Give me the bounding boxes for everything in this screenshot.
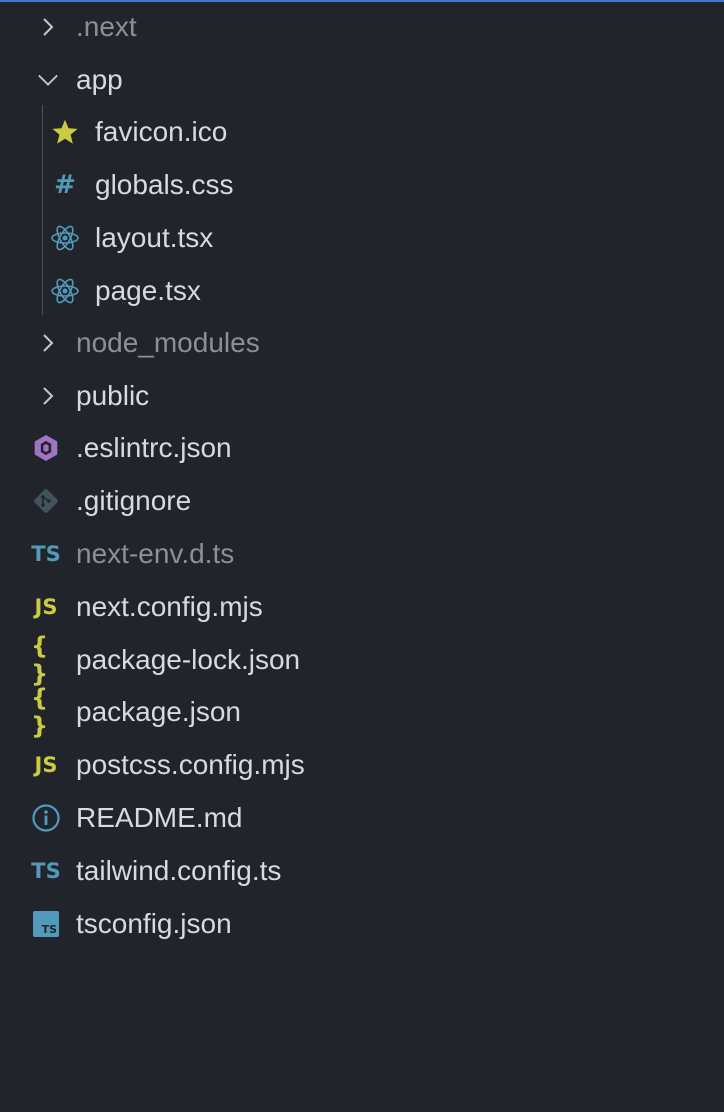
tree-item-label: node_modules (76, 327, 260, 358)
tree-item-tailwind-config[interactable]: TS tailwind.config.ts (0, 844, 724, 897)
tree-item-label: favicon.ico (95, 116, 228, 147)
tree-item-node-modules-folder[interactable]: node_modules (0, 316, 724, 369)
hash-icon: # (54, 169, 76, 200)
tree-item-readme[interactable]: README.md (0, 791, 724, 844)
tree-item-tsconfig[interactable]: TS tsconfig.json (0, 897, 724, 950)
tree-item-globals-css[interactable]: # globals.css (0, 158, 724, 211)
tree-item-favicon[interactable]: favicon.ico (0, 105, 724, 158)
git-icon (31, 486, 61, 516)
tree-item-layout-tsx[interactable]: layout.tsx (0, 211, 724, 264)
info-icon (31, 803, 61, 833)
tree-item-label: page.tsx (95, 275, 201, 306)
eslint-icon (31, 433, 61, 463)
tree-item-label: next-env.d.ts (76, 538, 235, 569)
tree-item-label: .eslintrc.json (76, 432, 232, 463)
tree-item-app-folder[interactable]: app (0, 53, 724, 106)
tree-item-label: README.md (76, 802, 243, 833)
tree-item-label: layout.tsx (95, 222, 214, 253)
tree-item-label: .gitignore (76, 485, 192, 516)
tree-item-next-folder[interactable]: .next (0, 0, 724, 53)
typescript-icon: TS (31, 541, 61, 566)
tree-item-label: .next (76, 11, 137, 42)
tree-item-next-env[interactable]: TS next-env.d.ts (0, 527, 724, 580)
javascript-icon: JS (34, 594, 58, 619)
tree-item-label: app (76, 64, 123, 95)
chevron-down-icon (37, 69, 59, 91)
tree-item-page-tsx[interactable]: page.tsx (0, 264, 724, 317)
tree-item-label: package.json (76, 696, 242, 727)
javascript-icon: JS (34, 752, 58, 777)
tree-item-public-folder[interactable]: public (0, 369, 724, 422)
tree-item-next-config[interactable]: JS next.config.mjs (0, 580, 724, 633)
tree-item-label: next.config.mjs (76, 591, 263, 622)
react-icon (50, 276, 80, 306)
tree-item-gitignore[interactable]: .gitignore (0, 474, 724, 527)
json-braces-icon: { } (31, 631, 49, 688)
tree-item-label: public (76, 380, 150, 411)
tree-item-label: postcss.config.mjs (76, 749, 305, 780)
tree-item-package-json[interactable]: { } package.json (0, 683, 724, 740)
tree-item-package-lock[interactable]: { } package-lock.json (0, 631, 724, 688)
tree-item-label: globals.css (95, 169, 234, 200)
chevron-right-icon (37, 385, 59, 407)
tree-item-eslintrc[interactable]: .eslintrc.json (0, 421, 724, 474)
chevron-right-icon (37, 16, 59, 38)
tree-item-label: tsconfig.json (76, 908, 232, 939)
tree-item-label: tailwind.config.ts (76, 855, 282, 886)
star-icon (50, 117, 80, 147)
tree-item-postcss-config[interactable]: JS postcss.config.mjs (0, 738, 724, 791)
react-icon (50, 223, 80, 253)
tsconfig-icon-text: TS (41, 922, 57, 936)
tree-item-label: package-lock.json (76, 644, 301, 675)
chevron-right-icon (37, 332, 59, 354)
typescript-icon: TS (31, 858, 61, 883)
json-braces-icon: { } (31, 683, 49, 740)
tsconfig-icon: TS (31, 909, 61, 939)
